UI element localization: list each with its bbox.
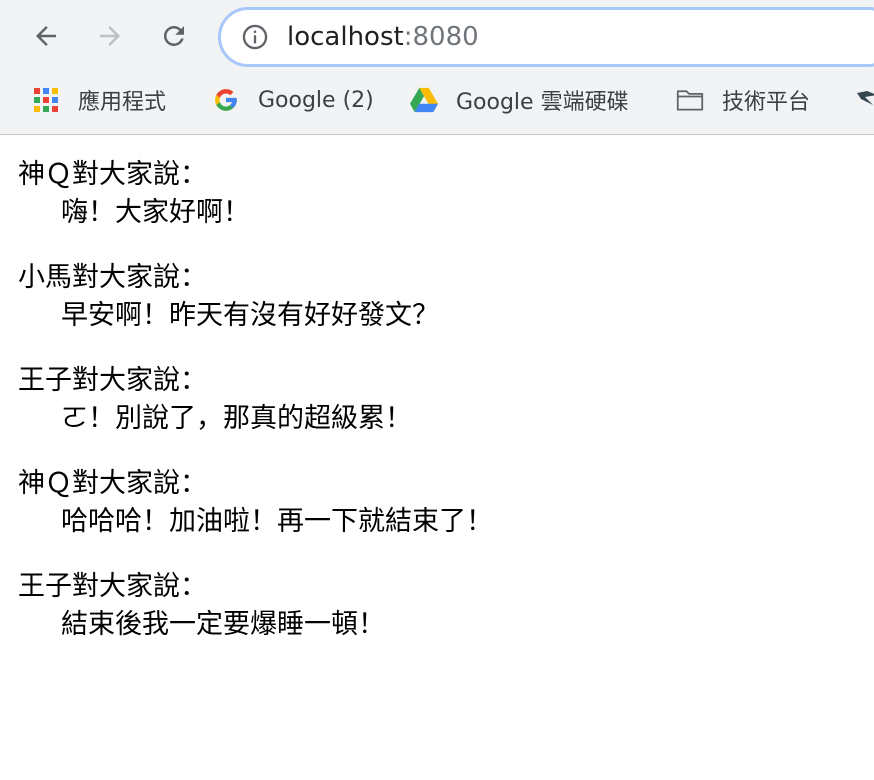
address-bar[interactable]: localhost:8080 (218, 7, 874, 67)
message-speaker: 王子對大家說： (18, 571, 207, 602)
message-speaker: 王子對大家說： (18, 365, 207, 396)
google-g-icon (212, 86, 240, 114)
arrow-right-icon (100, 26, 120, 46)
bookmark-label: 技術平台 (722, 90, 811, 115)
bookmark-folder[interactable]: 技術平台 (676, 78, 810, 122)
message: 小馬對大家說： 早安啊！昨天有沒有好好發文？ (18, 259, 858, 335)
bookmark-google[interactable]: Google (2) (212, 78, 374, 122)
bookmark-label: 應用程式 (78, 90, 167, 115)
message: 神Ｑ對大家說： 哈哈哈！加油啦！再一下就結束了！ (18, 465, 858, 541)
url-text[interactable]: localhost:8080 (287, 22, 479, 52)
message-text: 結束後我一定要爆睡一頓！ (61, 609, 385, 640)
reload-icon (163, 25, 184, 46)
url-port: :8080 (403, 22, 479, 52)
message: 王子對大家說： ㄛ！別說了，那真的超級累！ (18, 362, 858, 438)
bookmark-label: Google 雲端硬碟 (456, 90, 629, 115)
apps-grid-icon (32, 86, 60, 114)
message: 神Ｑ對大家說： 嗨！大家好啊！ (18, 156, 858, 232)
message-text: 早安啊！昨天有沒有好好發文？ (61, 300, 439, 331)
url-host: localhost (287, 22, 404, 52)
message-speaker: 神Ｑ對大家說： (18, 468, 207, 499)
bird-icon (852, 86, 874, 114)
message-text: 嗨！大家好啊！ (61, 197, 250, 228)
back-button[interactable] (24, 14, 68, 58)
arrow-left-icon (36, 26, 56, 46)
bookmark-apps[interactable]: 應用程式 (32, 78, 166, 122)
message-speaker: 小馬對大家說： (18, 262, 207, 293)
message-text: 哈哈哈！加油啦！再一下就結束了！ (61, 506, 493, 537)
bookmark-more[interactable] (852, 78, 874, 122)
browser-chrome: localhost:8080 應用程式 Google (2) Google 雲端… (0, 0, 874, 135)
bookmarks-bar: 應用程式 Google (2) Google 雲端硬碟 技術平台 (0, 78, 874, 122)
message: 王子對大家說： 結束後我一定要爆睡一頓！ (18, 568, 858, 644)
message-text: ㄛ！別說了，那真的超級累！ (61, 403, 412, 434)
bookmark-google-drive[interactable]: Google 雲端硬碟 (410, 78, 629, 122)
bookmark-label: Google (2) (258, 87, 374, 113)
folder-icon (676, 86, 704, 114)
forward-button[interactable] (88, 14, 132, 58)
google-drive-icon (410, 86, 438, 114)
info-icon[interactable] (241, 23, 269, 51)
message-speaker: 神Ｑ對大家說： (18, 159, 207, 190)
reload-button[interactable] (152, 14, 196, 58)
chat-log: 神Ｑ對大家說： 嗨！大家好啊！ 小馬對大家說： 早安啊！昨天有沒有好好發文？ 王… (18, 156, 858, 671)
